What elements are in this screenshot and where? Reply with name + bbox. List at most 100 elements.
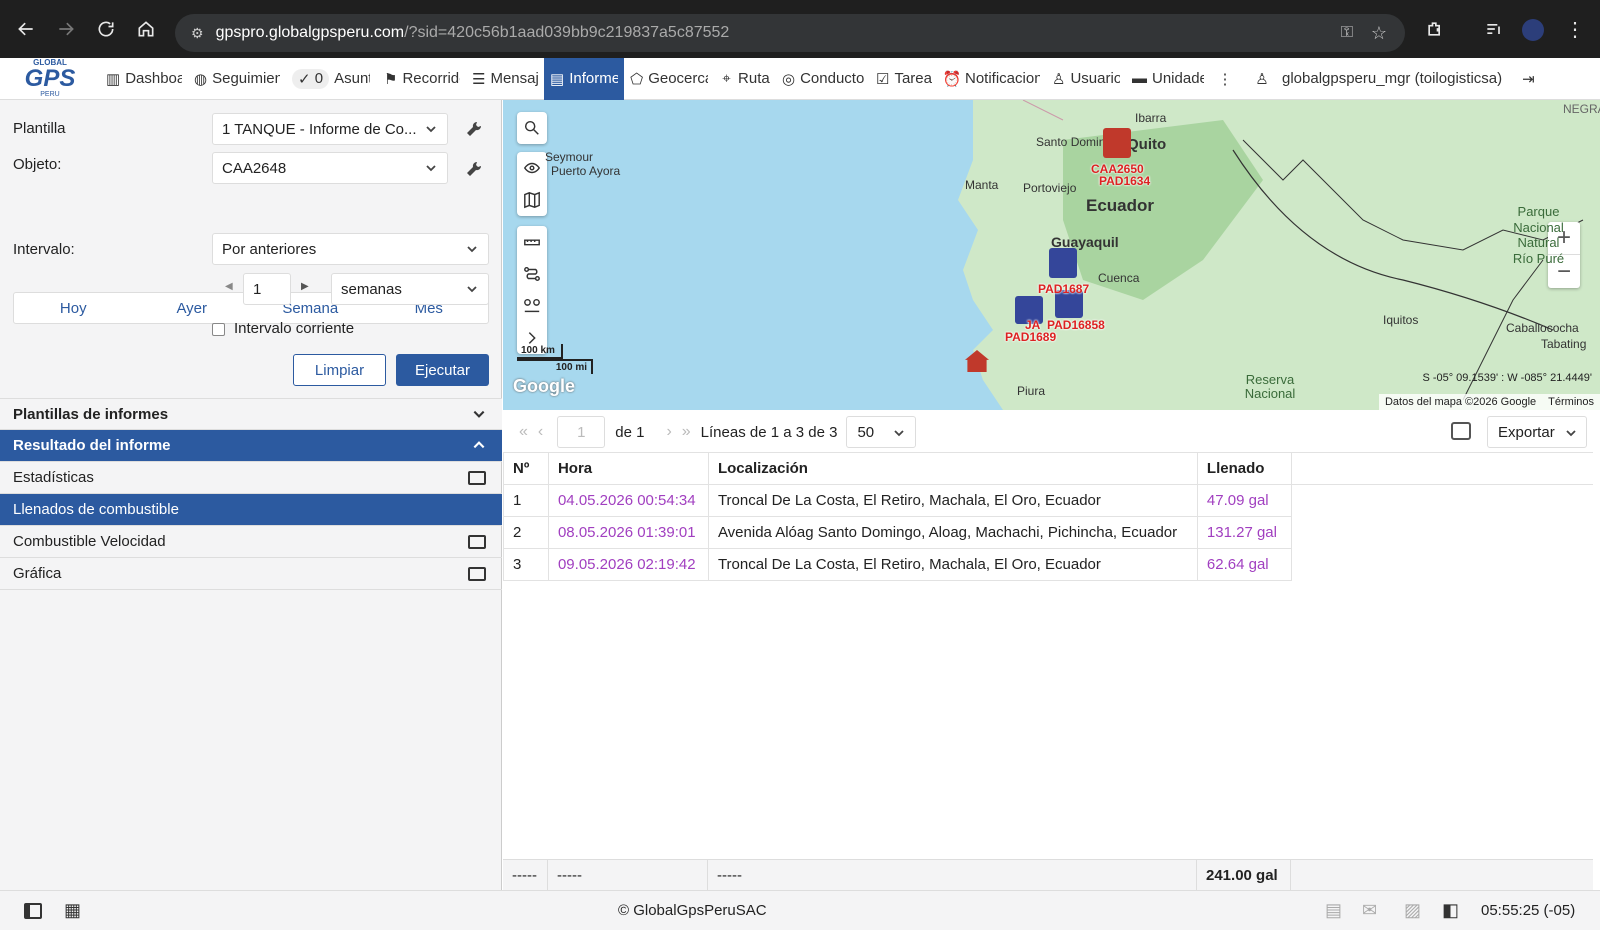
route-planner-icon[interactable] [517, 258, 547, 290]
current-interval-checkbox[interactable] [212, 323, 225, 336]
run-button[interactable]: Ejecutar [396, 354, 489, 386]
column-header[interactable]: Hora [547, 452, 709, 485]
page-number-input[interactable]: 1 [557, 416, 606, 448]
interval-unit-select[interactable]: semanas [331, 273, 489, 305]
table-view-icon[interactable] [468, 567, 486, 581]
nav-users[interactable]: ♙Usuarios [1046, 58, 1126, 100]
nav-dashboard[interactable]: ▥Dashboard [100, 58, 188, 100]
vehicle-label[interactable]: PAD1634 [1099, 174, 1150, 188]
total-cell: ----- [503, 860, 548, 891]
home-icon[interactable] [126, 9, 166, 49]
print-icon[interactable] [1451, 422, 1471, 440]
row-time[interactable]: 08.05.2026 01:39:01 [547, 516, 709, 549]
points-icon[interactable] [517, 290, 547, 322]
nav-units[interactable]: ▬ Unidades [1126, 58, 1210, 100]
nav-reports[interactable]: ▤Informes [544, 57, 624, 100]
table-view-icon[interactable] [468, 535, 486, 549]
row-fill[interactable]: 62.64 gal [1196, 548, 1292, 581]
template-select[interactable]: 1 TANQUE - Informe de Co... [212, 113, 448, 145]
forward-icon[interactable] [46, 9, 86, 49]
browser-menu-icon[interactable]: ⋮ [1555, 9, 1595, 49]
nav-drivers[interactable]: ◎Conductores [776, 58, 870, 100]
row-filler [1291, 517, 1593, 549]
wrench-icon[interactable] [465, 160, 483, 178]
address-bar[interactable]: ⚙ gpspro.globalgpsperu.com/?sid=420c56b1… [175, 14, 1405, 52]
sidebar-toggle-icon[interactable] [24, 902, 42, 919]
nav-tracking[interactable]: ◍Seguimiento [188, 58, 286, 100]
nav-routes[interactable]: ⌖ Rutas [714, 58, 776, 100]
row-fill[interactable]: 131.27 gal [1196, 516, 1292, 549]
logo-sub-text: PERU [40, 91, 60, 98]
map-label: Portoviejo [1023, 181, 1077, 195]
vehicle-label[interactable]: PAD1689 [1005, 330, 1056, 344]
star-icon[interactable]: ☆ [1371, 23, 1387, 44]
nav-messages[interactable]: ☰Mensajes [466, 58, 544, 100]
interval-select[interactable]: Por anteriores [212, 233, 489, 265]
result-item-label: Llenados de combustible [13, 501, 179, 518]
table-row[interactable]: 3 09.05.2026 02:19:42 Troncal De La Cost… [503, 548, 1594, 581]
row-time[interactable]: 04.05.2026 00:54:34 [547, 484, 709, 517]
nav-user-account[interactable]: ♙ globalgpsperu_mgr (toilogisticsa) [1248, 58, 1508, 100]
export-button[interactable]: Exportar [1487, 416, 1587, 448]
key-icon[interactable]: ⚿ [1341, 24, 1353, 42]
nav-routes-history[interactable]: ⚑Recorridos [378, 58, 466, 100]
layout-icon[interactable]: ◧ [1442, 900, 1459, 921]
map-terms-link[interactable]: Términos [1548, 396, 1594, 408]
column-header[interactable]: Llenado [1196, 452, 1292, 485]
table-row[interactable]: 1 04.05.2026 00:54:34 Troncal De La Cost… [503, 484, 1594, 517]
more-menu-icon[interactable]: ⋮ [1210, 58, 1240, 100]
map-layers-icon[interactable] [517, 184, 547, 216]
clear-button[interactable]: Limpiar [293, 354, 386, 386]
image-icon[interactable]: ▨ [1404, 900, 1421, 921]
object-select[interactable]: CAA2648 [212, 152, 448, 184]
first-page-icon[interactable]: « [519, 423, 528, 441]
table-row[interactable]: 2 08.05.2026 01:39:01 Avenida Alóag Sant… [503, 516, 1594, 549]
interval-count-input[interactable]: 1 [243, 273, 291, 305]
apps-grid-icon[interactable]: ▦ [64, 900, 81, 921]
tab-yesterday[interactable]: Ayer [133, 293, 252, 323]
media-icon[interactable] [1474, 9, 1514, 49]
site-info-icon[interactable]: ⚙ [191, 25, 204, 42]
result-item-chart[interactable]: Gráfica [0, 558, 502, 590]
per-page-select[interactable]: 50 [846, 416, 917, 448]
report-templates-header[interactable]: Plantillas de informes [0, 398, 502, 430]
nav-tasks[interactable]: ☑Tareas [870, 58, 938, 100]
mail-icon[interactable]: ✉ [1362, 900, 1377, 921]
nav-issues[interactable]: ✓ 0 Asuntos [286, 58, 378, 100]
profile-avatar[interactable] [1522, 19, 1544, 41]
app-logo[interactable]: GLOBAL GPS PERU [0, 58, 100, 100]
table-view-icon[interactable] [468, 471, 486, 485]
messages-icon[interactable]: ▤ [1325, 900, 1342, 921]
last-page-icon[interactable]: » [682, 423, 691, 441]
result-item-statistics[interactable]: Estadísticas [0, 462, 502, 494]
result-item-fuel-fills[interactable]: Llenados de combustible [0, 494, 502, 526]
increment-arrow-icon[interactable]: ▶ [301, 281, 309, 292]
truck-marker[interactable] [1103, 128, 1131, 158]
nav-notifications[interactable]: ⏰Notificaciones [938, 58, 1046, 100]
row-filler [1291, 549, 1593, 581]
next-page-icon[interactable]: › [666, 423, 671, 441]
extensions-icon[interactable] [1415, 9, 1455, 49]
tab-today[interactable]: Hoy [14, 293, 133, 323]
nav-geofences[interactable]: ⬠Geocercas [624, 58, 714, 100]
ruler-icon[interactable] [517, 226, 547, 258]
eye-icon[interactable] [517, 152, 547, 184]
result-item-fuel-speed[interactable]: Combustible Velocidad [0, 526, 502, 558]
alarm-icon: ⏰ [942, 70, 962, 88]
map-view[interactable]: + − Seymour Puerto Ayora Santo Domingo M… [503, 100, 1600, 410]
column-header[interactable]: Localización [707, 452, 1198, 485]
vehicle-label[interactable]: PAD1687 [1038, 282, 1089, 296]
row-time[interactable]: 09.05.2026 02:19:42 [547, 548, 709, 581]
logout-icon[interactable]: ⇥ [1516, 58, 1541, 100]
report-result-header[interactable]: Resultado del informe [0, 430, 502, 462]
row-fill[interactable]: 47.09 gal [1196, 484, 1292, 517]
back-icon[interactable] [6, 9, 46, 49]
search-icon[interactable] [517, 112, 547, 144]
prev-page-icon[interactable]: ‹ [538, 423, 543, 441]
wrench-icon[interactable] [465, 120, 483, 138]
truck-marker[interactable] [1049, 248, 1077, 278]
column-header[interactable]: Nº [503, 452, 549, 485]
route-icon: ⌖ [722, 70, 731, 87]
reload-icon[interactable] [86, 9, 126, 49]
decrement-arrow-icon[interactable]: ◀ [225, 281, 233, 292]
